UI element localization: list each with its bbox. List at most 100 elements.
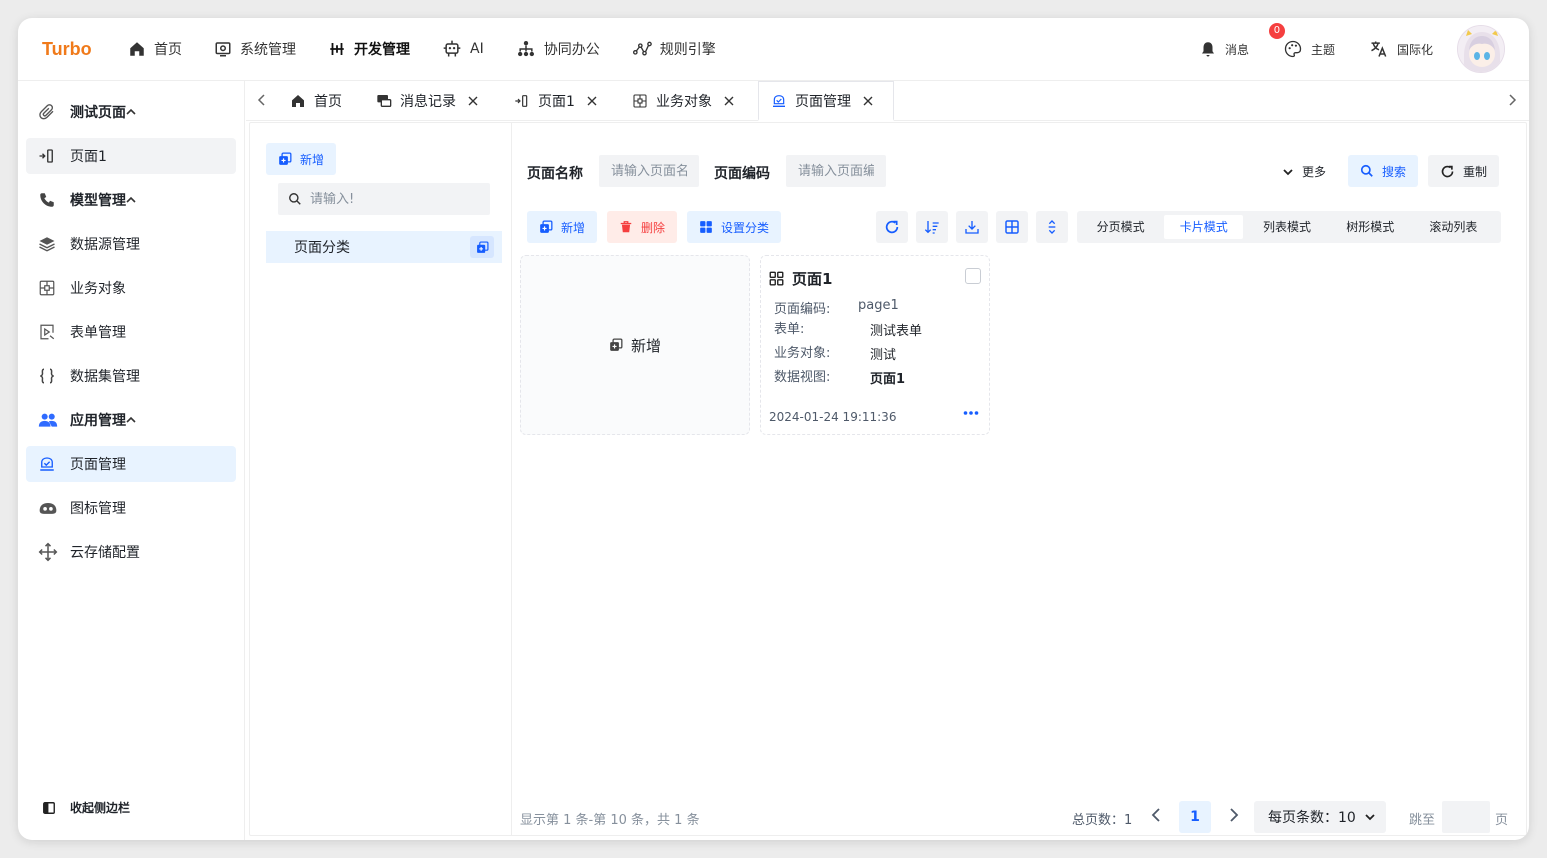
refresh-button[interactable] <box>876 211 908 243</box>
page-name-input[interactable] <box>599 155 699 187</box>
sidebar-item-page-manage[interactable]: 页面管理 <box>26 446 236 482</box>
page-manage-icon <box>771 93 787 109</box>
grid-icon <box>699 220 713 234</box>
message-icon <box>376 93 392 109</box>
new-card-button[interactable]: 新增 <box>520 255 750 435</box>
tab-message-log[interactable]: 消息记录 <box>376 81 486 121</box>
mode-list[interactable]: 列表模式 <box>1247 215 1326 239</box>
page-code-label: 页面编码 <box>714 166 770 182</box>
topnav-home[interactable]: 首页 <box>128 39 182 59</box>
avatar[interactable] <box>1457 25 1505 73</box>
sidebar-group-model[interactable]: 模型管理 <box>26 182 236 218</box>
sidebar-item-label: 数据集管理 <box>70 369 140 385</box>
add-copy-icon <box>476 240 489 254</box>
app-logo[interactable]: Turbo <box>42 39 128 60</box>
page-manage-icon <box>38 455 56 473</box>
messages-label: 消息 <box>1224 42 1249 57</box>
tree-search-input[interactable] <box>310 191 480 207</box>
add-button[interactable]: 新增 <box>527 211 598 243</box>
current-page-button[interactable]: 1 <box>1179 801 1211 833</box>
close-icon[interactable] <box>863 96 873 106</box>
sidebar-item-cloud-storage[interactable]: 云存储配置 <box>26 534 236 570</box>
table-grid-icon <box>1004 219 1020 235</box>
topnav-system[interactable]: 系统管理 <box>214 39 296 59</box>
sidebar-item-business-object[interactable]: 业务对象 <box>26 270 236 306</box>
chevron-up-icon <box>38 414 224 426</box>
topnav-ai[interactable]: AI <box>442 39 484 59</box>
mode-scroll[interactable]: 滚动列表 <box>1414 215 1493 239</box>
tab-scroll-left-icon[interactable] <box>256 93 268 107</box>
mode-paged[interactable]: 分页模式 <box>1081 215 1160 239</box>
mode-card[interactable]: 卡片模式 <box>1164 215 1244 239</box>
topnav-label: AI <box>470 41 484 57</box>
layout-button[interactable] <box>996 211 1028 243</box>
chevron-down-icon <box>1364 811 1376 823</box>
sidebar-item-form[interactable]: 表单管理 <box>26 314 236 350</box>
i18n-button[interactable]: 国际化 <box>1369 39 1433 59</box>
theme-button[interactable]: 0 主题 <box>1268 23 1335 59</box>
tab-page-manage[interactable]: 页面管理 <box>758 81 894 121</box>
next-page-icon[interactable] <box>1228 807 1240 823</box>
tree-search-box[interactable] <box>278 183 490 215</box>
page-code-input[interactable] <box>786 155 886 187</box>
add-copy-icon <box>609 338 623 352</box>
app-window: Turbo 首页 系统管理 开发管理 AI 协同办公 规则引擎 消息 0 主题 … <box>18 18 1529 840</box>
rule-icon <box>632 39 652 59</box>
tab-home[interactable]: 首页 <box>290 81 342 121</box>
new-card-label: 新增 <box>630 336 661 355</box>
more-actions-icon[interactable] <box>963 410 979 416</box>
sidebar-item-label: 业务对象 <box>70 281 126 297</box>
topnav-collab[interactable]: 协同办公 <box>516 39 600 59</box>
tree-node-page-category[interactable]: 页面分类 <box>266 231 502 263</box>
jump-page-input[interactable] <box>1442 801 1490 833</box>
chevron-down-icon <box>1282 166 1294 178</box>
sidebar-group-app[interactable]: 应用管理 <box>26 402 236 438</box>
sort-icon <box>924 219 940 235</box>
tree-node-add-button[interactable] <box>470 236 494 258</box>
sidebar-item-datasource[interactable]: 数据源管理 <box>26 226 236 262</box>
object-icon <box>632 93 648 109</box>
page-size-select[interactable]: 每页条数：10 <box>1254 801 1386 833</box>
sidebar-group-test-pages[interactable]: 测试页面 <box>26 94 236 130</box>
search-button[interactable]: 搜索 <box>1348 155 1419 187</box>
add-label: 新增 <box>561 220 586 235</box>
object-icon <box>38 279 56 297</box>
more-filters-button[interactable]: 更多 <box>1282 163 1326 180</box>
layers-icon <box>38 235 56 253</box>
set-category-button[interactable]: 设置分类 <box>687 211 782 243</box>
tab-label: 首页 <box>314 94 342 110</box>
tab-business-object[interactable]: 业务对象 <box>632 81 742 121</box>
tab-page1[interactable]: 页面1 <box>514 81 605 121</box>
sidebar-item-icon-manage[interactable]: 图标管理 <box>26 490 236 526</box>
card-checkbox[interactable] <box>965 268 981 284</box>
sort-button[interactable] <box>916 211 948 243</box>
page-card[interactable]: 页面1 页面编码: page1 表单: 测试表单 业务对象: 测试 数据视图: … <box>760 255 990 435</box>
download-button[interactable] <box>956 211 988 243</box>
sidebar-item-label: 云存储配置 <box>70 545 140 561</box>
topnav-rules[interactable]: 规则引擎 <box>632 39 716 59</box>
prev-page-icon[interactable] <box>1150 807 1162 823</box>
search-icon <box>1360 164 1374 178</box>
page-name-label: 页面名称 <box>527 166 583 182</box>
messages-button[interactable]: 消息 <box>1199 40 1249 58</box>
set-category-label: 设置分类 <box>721 220 770 235</box>
collapse-sidebar-button[interactable]: 收起侧边栏 <box>42 799 130 816</box>
delete-button[interactable]: 删除 <box>607 211 678 243</box>
tree-add-button[interactable]: 新增 <box>266 143 337 175</box>
close-icon[interactable] <box>587 96 597 106</box>
topnav-dev[interactable]: 开发管理 <box>328 39 410 59</box>
tab-label: 消息记录 <box>400 94 456 110</box>
field-key: 业务对象: <box>774 346 831 361</box>
more-label: 更多 <box>1302 165 1327 179</box>
pagination-total: 总页数：1 <box>1072 813 1133 828</box>
close-icon[interactable] <box>468 96 478 106</box>
icon-manage-icon <box>38 498 58 518</box>
sidebar-item-page1[interactable]: 页面1 <box>26 138 236 174</box>
mode-tree[interactable]: 树形模式 <box>1331 215 1410 239</box>
close-icon[interactable] <box>724 96 734 106</box>
sidebar-item-dataset[interactable]: 数据集管理 <box>26 358 236 394</box>
tab-scroll-right-icon[interactable] <box>1506 93 1518 107</box>
density-button[interactable] <box>1036 211 1068 243</box>
reset-button[interactable]: 重制 <box>1428 155 1500 187</box>
tab-label: 业务对象 <box>656 94 712 110</box>
